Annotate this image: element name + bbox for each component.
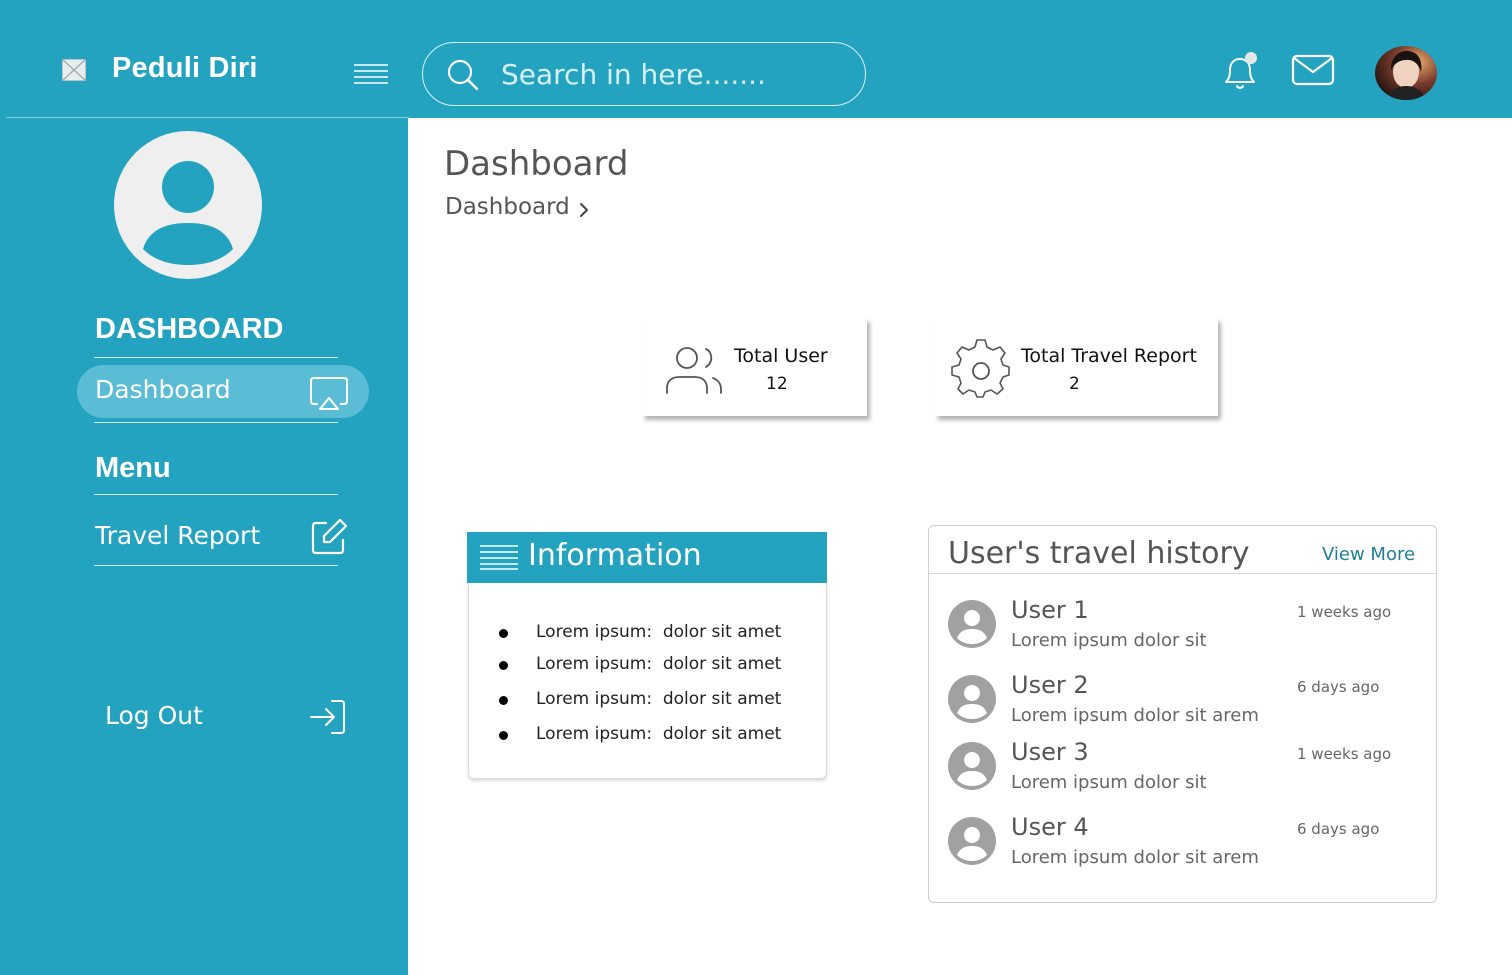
section-title-dashboard: DASHBOARD bbox=[95, 313, 284, 345]
list-item: Lorem ipsum: dolor sit amet bbox=[469, 652, 826, 680]
user-description: Lorem ipsum dolor sit arem bbox=[1011, 705, 1259, 726]
list-item[interactable]: User 3 Lorem ipsum dolor sit 1 weeks ago bbox=[929, 738, 1436, 802]
list-item[interactable]: User 4 Lorem ipsum dolor sit arem 6 days… bbox=[929, 813, 1436, 877]
user-avatar-icon bbox=[948, 600, 996, 648]
user-name: User 4 bbox=[1011, 813, 1089, 841]
list-item[interactable]: User 1 Lorem ipsum dolor sit 1 weeks ago bbox=[929, 596, 1436, 660]
list-item-text: Lorem ipsum: dolor sit amet bbox=[536, 689, 782, 709]
search-input[interactable] bbox=[501, 53, 841, 95]
timestamp: 6 days ago bbox=[1297, 820, 1380, 838]
gear-icon bbox=[951, 339, 1010, 398]
list-item-text: Lorem ipsum: dolor sit amet bbox=[536, 622, 782, 642]
user-name: User 2 bbox=[1011, 671, 1089, 699]
divider bbox=[929, 573, 1436, 574]
page-title: Dashboard bbox=[444, 144, 629, 184]
divider bbox=[94, 565, 338, 566]
bullet bbox=[499, 696, 508, 705]
profile-avatar-icon bbox=[114, 131, 262, 279]
user-name: User 3 bbox=[1011, 738, 1089, 766]
hamburger-icon[interactable] bbox=[353, 62, 389, 86]
top-bar: Peduli Diri bbox=[0, 0, 1512, 118]
bullet bbox=[499, 661, 508, 670]
section-title-menu: Menu bbox=[95, 452, 171, 484]
list-item-text: Lorem ipsum: dolor sit amet bbox=[536, 724, 782, 744]
sidebar: DASHBOARD Dashboard Menu Travel Report L… bbox=[0, 118, 408, 975]
mail-icon[interactable] bbox=[1290, 52, 1336, 88]
sidebar-item-travel-report[interactable]: Travel Report bbox=[77, 511, 369, 563]
divider bbox=[94, 422, 338, 423]
logout-label: Log Out bbox=[105, 701, 203, 730]
brand-name: Peduli Diri bbox=[112, 52, 258, 84]
divider bbox=[94, 494, 338, 495]
information-header: Information bbox=[467, 532, 827, 583]
stat-title: Total User bbox=[734, 345, 828, 367]
user-description: Lorem ipsum dolor sit arem bbox=[1011, 847, 1259, 868]
stat-title: Total Travel Report bbox=[1021, 345, 1197, 367]
user-avatar[interactable] bbox=[1375, 46, 1437, 100]
user-description: Lorem ipsum dolor sit bbox=[1011, 630, 1207, 651]
app-root: Peduli Diri Search in here....... DASHBO… bbox=[0, 0, 1512, 975]
user-avatar-icon bbox=[948, 675, 996, 723]
airplay-icon bbox=[310, 377, 348, 410]
bell-icon[interactable] bbox=[1220, 50, 1262, 92]
logout-icon bbox=[310, 700, 345, 734]
stat-card-total-travel-report: Total Travel Report 2 bbox=[935, 318, 1218, 416]
users-icon bbox=[666, 347, 722, 394]
list-item: Lorem ipsum: dolor sit amet bbox=[469, 687, 826, 715]
list-item: Lorem ipsum: dolor sit amet bbox=[469, 722, 826, 750]
stat-value: 12 bbox=[766, 374, 788, 394]
list-item[interactable]: User 2 Lorem ipsum dolor sit arem 6 days… bbox=[929, 671, 1436, 735]
history-title: User's travel history bbox=[948, 536, 1250, 571]
stat-value: 2 bbox=[1069, 374, 1080, 394]
information-card: Lorem ipsum: dolor sit amet Lorem ipsum:… bbox=[468, 583, 827, 779]
logout-button[interactable]: Log Out bbox=[88, 693, 368, 741]
divider bbox=[94, 357, 338, 358]
user-avatar-icon bbox=[948, 817, 996, 865]
search-icon[interactable] bbox=[447, 59, 479, 91]
information-list: Lorem ipsum: dolor sit amet Lorem ipsum:… bbox=[469, 583, 826, 778]
travel-history-panel: User's travel history View More User 1 L… bbox=[928, 525, 1437, 903]
sidebar-item-label: Travel Report bbox=[95, 521, 261, 550]
sidebar-item-dashboard[interactable]: Dashboard bbox=[77, 365, 369, 418]
breadcrumb[interactable]: Dashboard bbox=[445, 194, 570, 220]
user-avatar-icon bbox=[948, 742, 996, 790]
list-lines-icon bbox=[480, 545, 518, 570]
search-box[interactable] bbox=[422, 42, 866, 106]
bullet bbox=[499, 629, 508, 638]
chevron-right-icon bbox=[580, 203, 588, 217]
timestamp: 1 weeks ago bbox=[1297, 603, 1392, 621]
user-description: Lorem ipsum dolor sit bbox=[1011, 772, 1207, 793]
timestamp: 1 weeks ago bbox=[1297, 745, 1392, 763]
sidebar-item-label: Dashboard bbox=[95, 375, 231, 404]
timestamp: 6 days ago bbox=[1297, 678, 1380, 696]
list-item-text: Lorem ipsum: dolor sit amet bbox=[536, 654, 782, 674]
image-placeholder-icon bbox=[62, 59, 86, 81]
user-name: User 1 bbox=[1011, 596, 1089, 624]
view-more-link[interactable]: View More bbox=[1322, 544, 1415, 565]
stat-card-total-user: Total User 12 bbox=[642, 318, 867, 416]
edit-icon bbox=[311, 518, 348, 555]
information-title: Information bbox=[528, 538, 702, 573]
bullet bbox=[499, 731, 508, 740]
list-item: Lorem ipsum: dolor sit amet bbox=[469, 620, 826, 648]
